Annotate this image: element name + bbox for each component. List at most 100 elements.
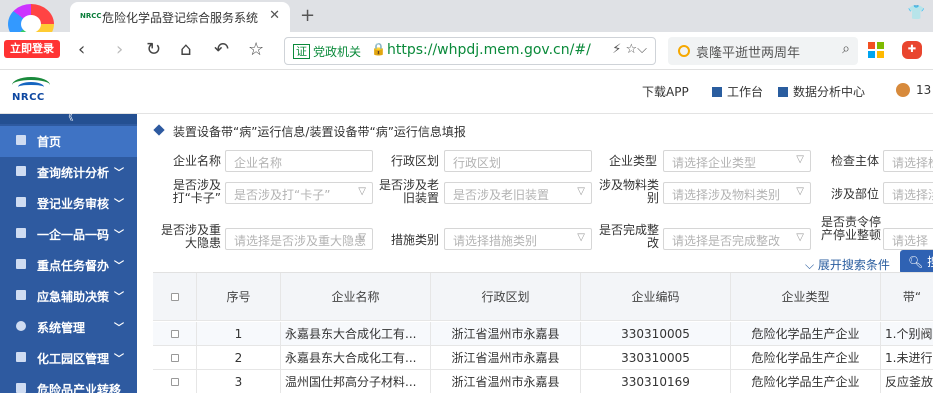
gear-icon [16,321,26,331]
search-icon[interactable]: ⌕ [842,41,850,57]
skin-icon[interactable]: 👕 [908,5,925,21]
table-row[interactable]: 3 温州国仕邦高分子材料... 浙江省温州市永嘉县 330310169 危险化学… [153,370,933,393]
cell-no: 1 [197,322,281,345]
game-icon[interactable]: ✚ [902,41,922,59]
expand-filters-link[interactable]: ⌵ 展开搜索条件 [805,256,890,273]
back-icon[interactable]: ‹ [78,38,85,62]
browser-tab[interactable]: NRCC 危险化学品登记综合服务系统 ✕ [70,2,290,32]
bar-chart-icon [16,166,26,176]
company-name-input[interactable]: 企业名称 [225,150,373,172]
chevron-down-icon: ﹀ [114,261,124,272]
column-header[interactable]: 企业类型 [731,273,881,320]
column-header[interactable]: 序号 [197,273,281,320]
chevron-down-icon: ﹀ [114,292,124,303]
app-header: NRCC 下载APP 工作台 数据分析中心 13 [0,70,933,114]
sidebar-item-product-code[interactable]: 一企一品一码 ﹀ [0,219,137,250]
filter-label-inspector: 检查主体 [830,154,879,168]
cell-no: 2 [197,346,281,369]
transfer-icon [16,383,26,393]
apps-grid-icon[interactable] [868,42,884,58]
sidebar-item-tasks[interactable]: 重点任务督办 ﹀ [0,250,137,281]
region-input[interactable]: 行政区划 [444,150,592,172]
user-name[interactable]: 13 [916,83,931,97]
chart-icon [778,87,788,97]
filter-label-material: 涉及物料类别 [598,178,659,205]
bookmark-star-icon[interactable]: ⚡ ☆⌵ [612,42,647,57]
data-center-link[interactable]: 数据分析中心 [778,83,865,100]
measure-select[interactable]: 请选择措施类别 ▽ [444,228,592,250]
browser-tabbar: NRCC 危险化学品登记综合服务系统 ✕ + 👕 [0,0,933,32]
star-icon[interactable]: ☆ [248,38,264,62]
cell-type: 危险化学品生产企业 [731,346,881,369]
workbench-icon [712,87,722,97]
chevron-down-icon: ﹀ [114,354,124,365]
inspector-select[interactable]: 请选择检 [883,150,933,172]
url-site-label: 党政机关 [313,45,362,59]
sidebar-collapse-button[interactable]: 《 [0,113,137,124]
location-select[interactable]: 请选择涉 [883,182,933,204]
table-row[interactable]: 2 永嘉县东大合成化工有... 浙江省温州市永嘉县 330310005 危险化学… [153,346,933,370]
rectified-select[interactable]: 请选择是否完成整改 ▽ [663,228,811,250]
undo-icon[interactable]: ↶ [214,38,229,62]
filter-label-rectified: 是否完成整改 [598,223,659,250]
address-bar[interactable]: 证 党政机关 🔒 https://whpdj.mem.gov.cn/#/ ⚡ ☆… [284,37,656,65]
column-header[interactable]: 带“ [881,273,933,320]
cell-region: 浙江省温州市永嘉县 [431,346,581,369]
cell-type: 危险化学品生产企业 [731,370,881,393]
sidebar-item-system[interactable]: 系统管理 ﹀ [0,312,137,343]
document-icon [16,197,26,207]
home-icon[interactable]: ⌂ [180,38,191,62]
search-button[interactable]: 🔍︎ 搜 [900,250,933,274]
sidebar-item-transfer[interactable]: 危险品产业转移 [0,374,137,393]
clamp-select[interactable]: 是否涉及打“卡子” ▽ [225,182,373,204]
tab-title: 危险化学品登记综合服务系统 [102,11,259,25]
cell-extra: 1.未进行 [885,351,933,365]
cell-region: 浙江省温州市永嘉县 [431,322,581,345]
sidebar-item-home[interactable]: 首页 [0,126,137,157]
reload-icon[interactable]: ↻ [146,38,161,62]
filter-label-location: 涉及部位 [830,187,879,201]
browser-toolbar: ‹ › ↻ ⌂ ↶ ☆ 证 党政机关 🔒 https://whpdj.mem.g… [0,32,933,70]
sidebar-item-park[interactable]: 化工园区管理 ﹀ [0,343,137,374]
main-content: 装置设备带“病”运行信息/装置设备带“病”运行信息填报 企业名称 企业名称 行政… [143,118,933,393]
cell-company-name: 永嘉县东大合成化工有... [281,346,431,369]
row-checkbox[interactable] [153,322,197,345]
browser-search-box[interactable]: 袁隆平逝世两周年 ⌕ [668,37,858,65]
chevron-down-icon: ▽ [577,186,585,197]
major-hazard-select[interactable]: 请选择是否涉及重大隐患 ▽ [225,228,373,250]
sidebar-item-statistics[interactable]: 查询统计分析 ﹀ [0,157,137,188]
cell-code: 330310005 [581,346,731,369]
workbench-link[interactable]: 工作台 [712,83,763,100]
forward-icon[interactable]: › [116,38,123,62]
row-checkbox[interactable] [153,346,197,369]
column-header[interactable]: 行政区划 [431,273,581,320]
column-header[interactable]: 企业名称 [281,273,431,320]
sidebar-item-emergency[interactable]: 应急辅助决策 ﹀ [0,281,137,312]
avatar[interactable] [896,83,910,97]
search-suggestion: 袁隆平逝世两周年 [696,46,801,61]
url-text[interactable]: https://whpdj.mem.gov.cn/#/ [387,42,591,58]
cell-company-name: 温州国仕邦高分子材料... [281,370,431,393]
cell-extra: 反应釜放 [885,375,933,389]
close-icon[interactable]: ✕ [269,8,280,23]
new-tab-button[interactable]: + [300,5,315,26]
filter-label-region: 行政区划 [390,154,439,168]
chevron-down-icon: ▽ [358,232,366,243]
cell-type: 危险化学品生产企业 [731,322,881,345]
login-badge-button[interactable]: 立即登录 [4,40,60,58]
download-app-link[interactable]: 下载APP [642,83,689,100]
old-equipment-select[interactable]: 是否涉及老旧装置 ▽ [444,182,592,204]
chart-icon [16,135,26,145]
chevron-down-icon: ▽ [796,186,804,197]
row-checkbox[interactable] [153,370,197,393]
suspension-select[interactable]: 请选择 [883,228,933,250]
breadcrumb: 装置设备带“病”运行信息/装置设备带“病”运行信息填报 [173,125,466,139]
select-all-checkbox[interactable] [153,273,197,320]
table-row[interactable]: 1 永嘉县东大合成化工有... 浙江省温州市永嘉县 330310005 危险化学… [153,322,933,346]
sidebar-item-registration[interactable]: 登记业务审核 ﹀ [0,188,137,219]
screen: NRCC 危险化学品登记综合服务系统 ✕ + 👕 立即登录 ‹ › ↻ ⌂ ↶ … [0,0,933,393]
column-header[interactable]: 企业编码 [581,273,731,320]
company-type-select[interactable]: 请选择企业类型 ▽ [663,150,811,172]
chevron-down-icon: ﹀ [114,168,124,179]
material-select[interactable]: 请选择涉及物料类别 ▽ [663,182,811,204]
